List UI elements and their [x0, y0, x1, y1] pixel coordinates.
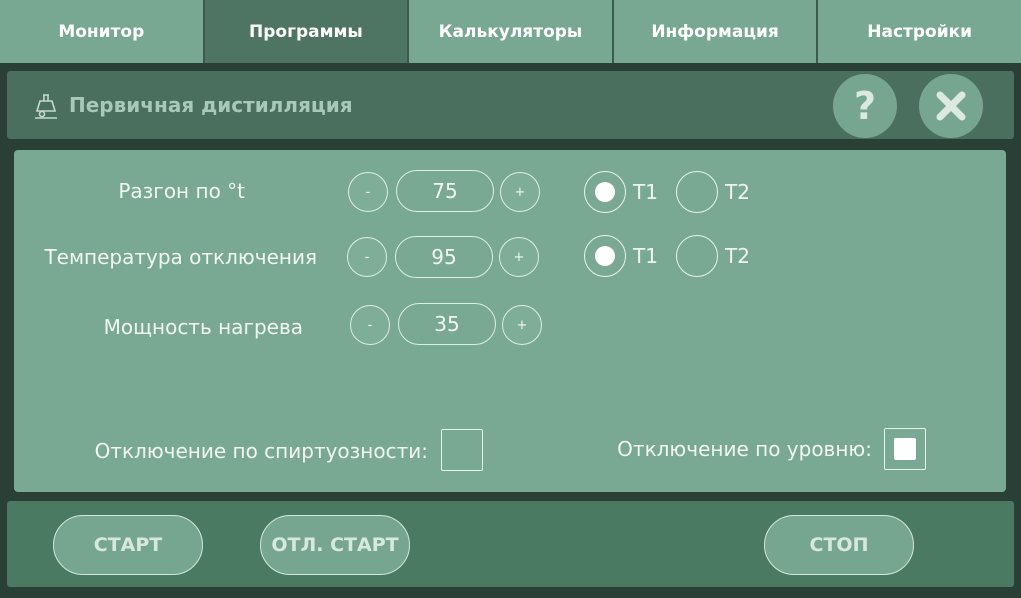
cutoff-temp-label: Температура отключения — [44, 245, 317, 269]
settings-panel: Разгон по °t - 75 + T1 T2 Температура от… — [14, 150, 1006, 492]
cutoff-temp-t2-label: T2 — [725, 244, 750, 268]
action-bar: СТАРТ ОТЛ. СТАРТ СТОП — [7, 501, 1014, 587]
tab-bar: Монитор Программы Калькуляторы Информаци… — [0, 0, 1021, 63]
heating-power-plus-button[interactable]: + — [502, 305, 542, 345]
page-title: Первичная дистилляция — [69, 93, 353, 117]
tab-calculators[interactable]: Калькуляторы — [409, 0, 614, 63]
ramp-temp-minus-button[interactable]: - — [348, 172, 388, 212]
alcohol-cutoff-checkbox[interactable] — [441, 429, 483, 471]
delayed-start-button[interactable]: ОТЛ. СТАРТ — [260, 515, 410, 575]
close-icon — [936, 91, 966, 121]
program-header: Первичная дистилляция ? — [7, 71, 1014, 139]
ramp-temp-t2-radio[interactable] — [676, 171, 718, 213]
alcohol-cutoff-label: Отключение по спиртуозности: — [94, 439, 428, 463]
level-cutoff-label: Отключение по уровню: — [617, 437, 872, 461]
ramp-temp-label: Разгон по °t — [118, 179, 245, 203]
cutoff-temp-minus-button[interactable]: - — [347, 237, 387, 277]
stop-button[interactable]: СТОП — [764, 515, 914, 575]
heating-power-minus-button[interactable]: - — [350, 305, 390, 345]
help-icon: ? — [853, 84, 877, 128]
cutoff-temp-t1-label: T1 — [633, 244, 658, 268]
tab-settings[interactable]: Настройки — [818, 0, 1021, 63]
tab-programs[interactable]: Программы — [204, 0, 410, 63]
close-button[interactable] — [919, 74, 983, 138]
cutoff-temp-plus-button[interactable]: + — [499, 237, 539, 277]
level-cutoff-checkbox[interactable] — [884, 428, 926, 470]
ramp-temp-t2-label: T2 — [725, 180, 750, 204]
heating-power-value[interactable]: 35 — [398, 303, 496, 345]
ramp-temp-value[interactable]: 75 — [396, 170, 494, 212]
ramp-temp-plus-button[interactable]: + — [500, 172, 540, 212]
cutoff-temp-value[interactable]: 95 — [395, 236, 493, 278]
tab-monitor[interactable]: Монитор — [0, 0, 205, 63]
ramp-temp-t1-radio[interactable] — [584, 171, 626, 213]
tab-information[interactable]: Информация — [613, 0, 819, 63]
heating-power-label: Мощность нагрева — [103, 315, 303, 339]
distiller-icon — [35, 94, 57, 119]
ramp-temp-t1-label: T1 — [633, 180, 658, 204]
cutoff-temp-t2-radio[interactable] — [676, 235, 718, 277]
cutoff-temp-t1-radio[interactable] — [584, 235, 626, 277]
help-button[interactable]: ? — [833, 74, 897, 138]
start-button[interactable]: СТАРТ — [53, 515, 203, 575]
